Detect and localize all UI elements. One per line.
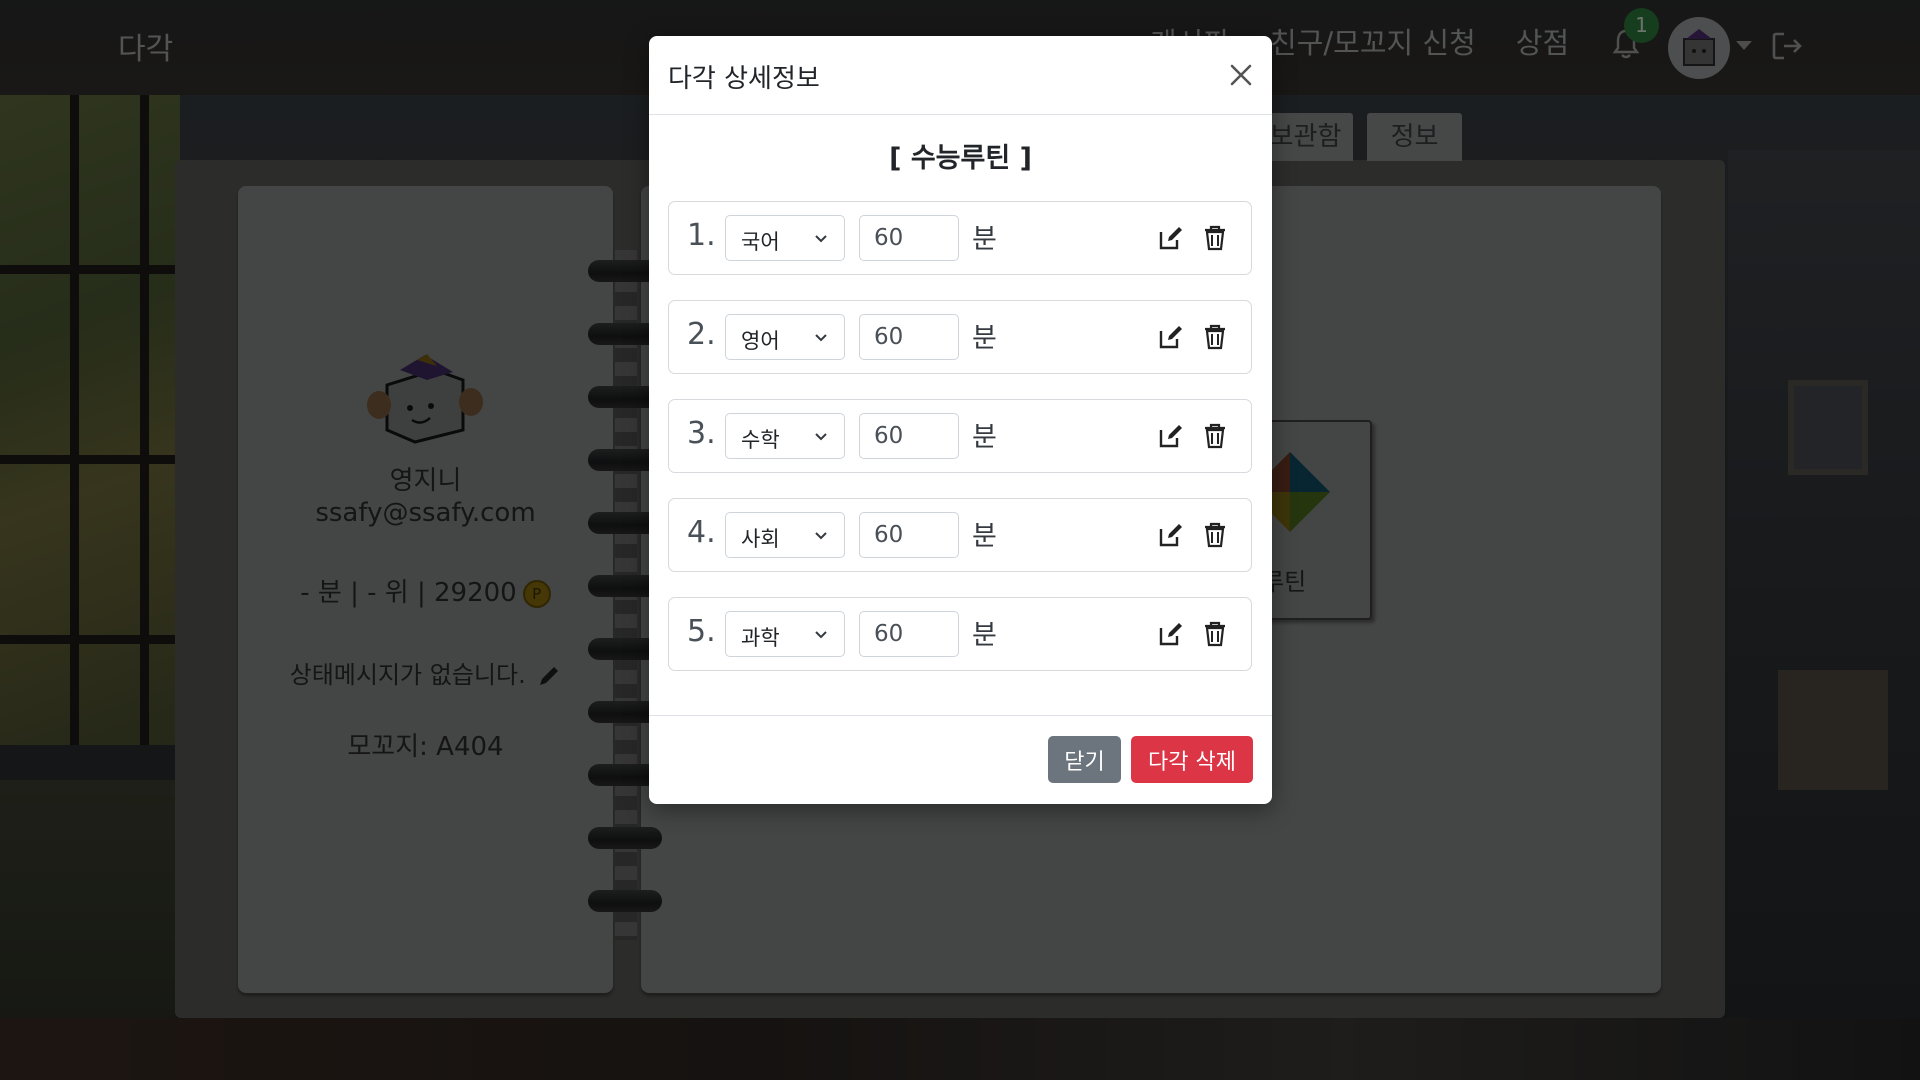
minutes-input[interactable] [859, 314, 959, 360]
routine-row: 3. 수학 분 [668, 399, 1252, 473]
edit-icon[interactable] [1157, 323, 1185, 351]
edit-icon[interactable] [1157, 620, 1185, 648]
minutes-unit: 분 [972, 521, 997, 552]
subject-select-value: 사회 [741, 527, 780, 551]
subject-select-value: 국어 [741, 230, 780, 254]
close-button[interactable]: 닫기 [1048, 736, 1121, 783]
minutes-unit: 분 [972, 620, 997, 651]
subject-select-value: 과학 [741, 626, 780, 650]
routine-detail-modal: 다각 상세정보 [ 수능루틴 ] 1. 국어 분 2. 영어 분 3. 수학 [649, 36, 1272, 804]
trash-icon[interactable] [1202, 224, 1228, 252]
routine-row: 2. 영어 분 [668, 300, 1252, 374]
subject-select[interactable]: 수학 [725, 413, 845, 459]
edit-icon[interactable] [1157, 521, 1185, 549]
row-number: 5. [687, 614, 716, 649]
subject-select[interactable]: 국어 [725, 215, 845, 261]
row-number: 4. [687, 515, 716, 550]
chevron-down-icon [815, 631, 827, 639]
subject-select[interactable]: 사회 [725, 512, 845, 558]
trash-icon[interactable] [1202, 620, 1228, 648]
edit-icon[interactable] [1157, 224, 1185, 252]
trash-icon[interactable] [1202, 521, 1228, 549]
minutes-input[interactable] [859, 413, 959, 459]
minutes-unit: 분 [972, 323, 997, 354]
trash-icon[interactable] [1202, 323, 1228, 351]
subject-select-value: 영어 [741, 329, 780, 353]
routine-name: [ 수능루틴 ] [889, 143, 1032, 174]
subject-select[interactable]: 영어 [725, 314, 845, 360]
row-number: 1. [687, 218, 716, 253]
edit-icon[interactable] [1157, 422, 1185, 450]
modal-footer: 닫기 다각 삭제 [649, 715, 1272, 804]
modal-header: 다각 상세정보 [649, 36, 1272, 115]
routine-row: 5. 과학 분 [668, 597, 1252, 671]
delete-routine-button[interactable]: 다각 삭제 [1131, 736, 1253, 783]
subject-select[interactable]: 과학 [725, 611, 845, 657]
minutes-unit: 분 [972, 224, 997, 255]
chevron-down-icon [815, 334, 827, 342]
minutes-unit: 분 [972, 422, 997, 453]
row-number: 2. [687, 317, 716, 352]
row-number: 3. [687, 416, 716, 451]
trash-icon[interactable] [1202, 422, 1228, 450]
close-icon[interactable] [1224, 58, 1258, 92]
chevron-down-icon [815, 433, 827, 441]
minutes-input[interactable] [859, 215, 959, 261]
subject-select-value: 수학 [741, 428, 780, 452]
minutes-input[interactable] [859, 611, 959, 657]
minutes-input[interactable] [859, 512, 959, 558]
chevron-down-icon [815, 532, 827, 540]
chevron-down-icon [815, 235, 827, 243]
routine-row: 4. 사회 분 [668, 498, 1252, 572]
routine-row: 1. 국어 분 [668, 201, 1252, 275]
modal-title: 다각 상세정보 [668, 64, 820, 94]
